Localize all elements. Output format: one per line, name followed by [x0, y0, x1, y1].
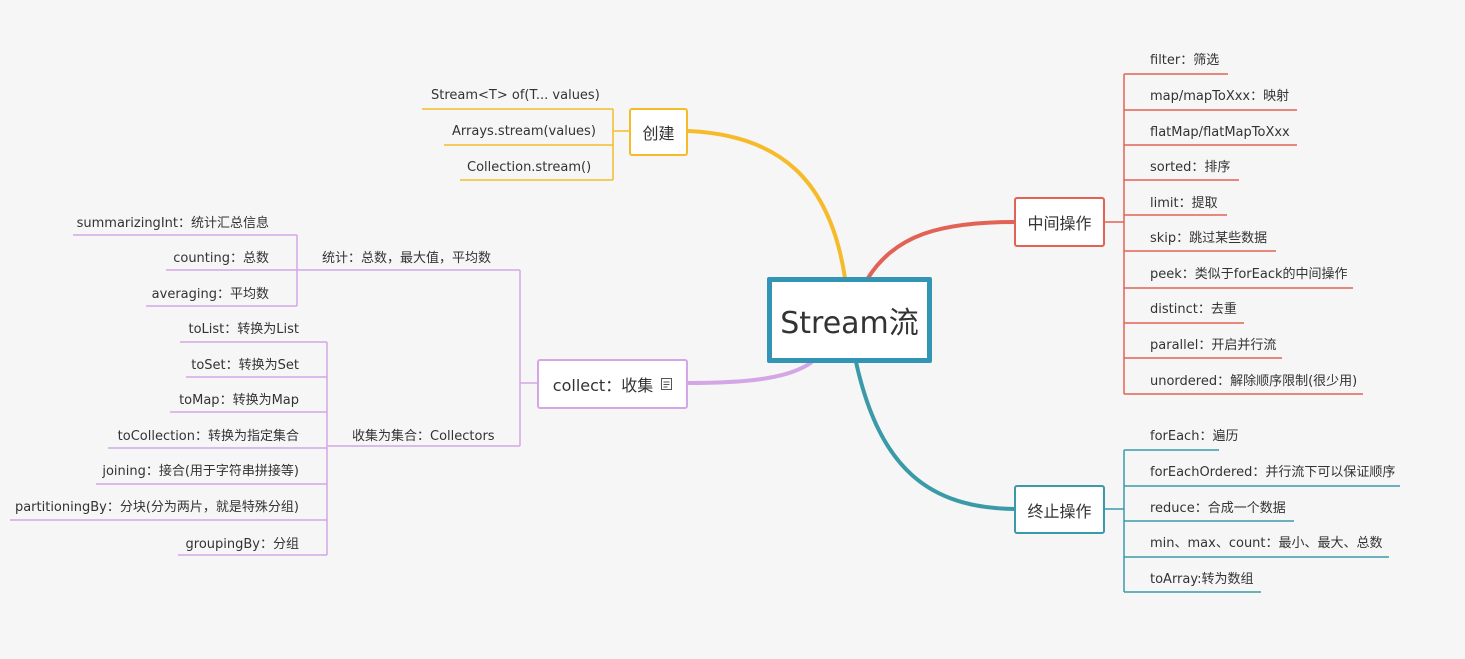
intermediate-item[interactable]: limit：提取 — [1150, 196, 1218, 212]
terminal-item[interactable]: reduce：合成一个数据 — [1150, 501, 1286, 517]
create-item[interactable]: Stream<T> of(T... values) — [431, 88, 600, 104]
connector-create — [687, 129, 847, 279]
intermediate-item[interactable]: sorted：排序 — [1150, 160, 1230, 176]
terminal-node[interactable]: 终止操作 — [1014, 485, 1105, 534]
terminal-item[interactable]: forEachOrdered：并行流下可以保证顺序 — [1150, 465, 1395, 481]
create-item[interactable]: Arrays.stream(values) — [452, 124, 596, 140]
create-node[interactable]: 创建 — [629, 108, 688, 156]
intermediate-item[interactable]: distinct：去重 — [1150, 302, 1237, 318]
stats-item[interactable]: counting：总数 — [173, 251, 269, 267]
central-topic[interactable]: Stream流 — [767, 277, 932, 363]
terminal-item[interactable]: min、max、count：最小、最大、总数 — [1150, 536, 1383, 552]
collectors-item[interactable]: groupingBy：分组 — [186, 537, 299, 553]
collect-label: collect：收集 — [552, 376, 654, 395]
collectors-item[interactable]: joining：接合(用于字符串拼接等) — [102, 464, 299, 480]
intermediate-item[interactable]: unordered：解除顺序限制(很少用) — [1150, 374, 1357, 390]
stats-item[interactable]: averaging：平均数 — [152, 287, 269, 303]
intermediate-item[interactable]: skip：跳过某些数据 — [1150, 231, 1267, 247]
collect-node[interactable]: collect：收集 — [537, 359, 688, 409]
intermediate-item[interactable]: filter：筛选 — [1150, 53, 1219, 69]
create-item[interactable]: Collection.stream() — [467, 160, 591, 176]
intermediate-item[interactable]: map/mapToXxx：映射 — [1150, 89, 1289, 105]
connector-terminal — [854, 361, 1016, 511]
note-icon[interactable] — [661, 378, 673, 390]
collectors-item[interactable]: toSet：转换为Set — [191, 358, 299, 374]
intermediate-item[interactable]: flatMap/flatMapToXxx — [1150, 125, 1290, 141]
intermediate-item[interactable]: parallel：开启并行流 — [1150, 338, 1276, 354]
collectors-item[interactable]: toCollection：转换为指定集合 — [118, 429, 299, 445]
terminal-item[interactable]: forEach：遍历 — [1150, 429, 1238, 445]
collectors-item[interactable]: toMap：转换为Map — [179, 393, 299, 409]
intermediate-item[interactable]: peek：类似于forEack的中间操作 — [1150, 267, 1348, 283]
intermediate-node[interactable]: 中间操作 — [1014, 197, 1105, 247]
terminal-item[interactable]: toArray:转为数组 — [1150, 572, 1254, 588]
connector-collect — [687, 360, 814, 385]
collectors-node[interactable]: 收集为集合：Collectors — [352, 429, 495, 445]
connector-intermediate — [866, 220, 1016, 280]
stats-item[interactable]: summarizingInt：统计汇总信息 — [77, 216, 269, 232]
collectors-item[interactable]: partitioningBy：分块(分为两片，就是特殊分组) — [15, 500, 299, 516]
collectors-item[interactable]: toList：转换为List — [188, 322, 299, 338]
stats-node[interactable]: 统计：总数，最大值，平均数 — [322, 251, 491, 267]
